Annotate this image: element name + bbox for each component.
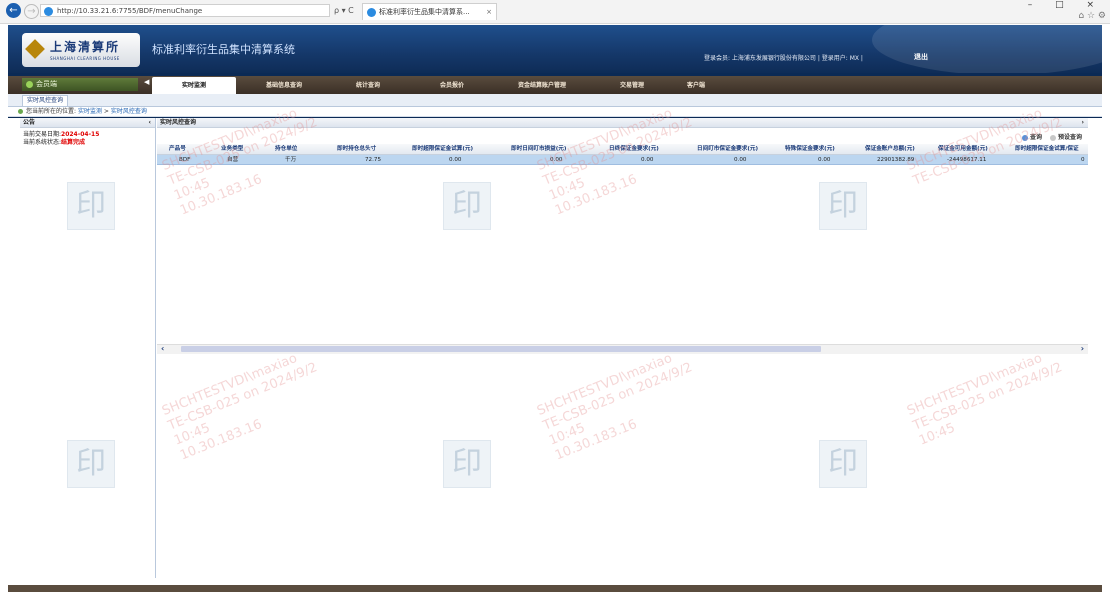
- back-arrow-icon[interactable]: ←: [6, 3, 21, 18]
- close-tab-icon[interactable]: ×: [486, 4, 492, 21]
- query-button-label: 查询: [1030, 134, 1043, 141]
- ie-icon: [44, 7, 53, 16]
- watermark-seal: 印: [67, 182, 115, 230]
- col-position[interactable]: 即时持仓总头寸: [337, 144, 376, 154]
- address-bar[interactable]: http://10.33.21.6:7755/BDF/menuChange: [40, 4, 330, 17]
- cell-mtm-pnl: 0.00: [550, 157, 563, 163]
- menu-item-statistics[interactable]: 统计查询: [328, 79, 408, 93]
- trade-date-label: 当前交易日期:: [23, 131, 62, 138]
- browser-tab-title: 标准利率衍生品集中清算系...: [379, 8, 470, 16]
- member-tab[interactable]: 会员端: [22, 78, 138, 91]
- watermark-seal: 印: [819, 440, 867, 488]
- scroll-left-icon[interactable]: ‹: [161, 344, 164, 353]
- menu-item-basic-info[interactable]: 基础信息查询: [244, 79, 324, 93]
- member-tab-label: 会员端: [36, 80, 57, 88]
- col-account-total[interactable]: 保证金账户总额(元): [865, 144, 915, 154]
- notice-title-text: 公告: [23, 119, 36, 126]
- risk-query-panel: 实时风控查询 › 查询 预设查询 产品号 业务类型 持仓单位 即时持仓总头寸 即…: [157, 118, 1088, 578]
- scroll-right-icon[interactable]: ›: [1081, 344, 1084, 353]
- cell-business-type: 自营: [227, 157, 239, 163]
- cell-unit: 千万: [285, 157, 297, 163]
- risk-table: 产品号 业务类型 持仓单位 即时持仓总头寸 即时超限保证金试算(元) 即时日间盯…: [157, 144, 1088, 344]
- logo-cn: 上海清算所: [50, 40, 121, 54]
- cell-special-margin: 0.00: [818, 157, 831, 163]
- breadcrumb-link-monitor[interactable]: 实时监测: [78, 108, 102, 115]
- panel-toolbar: 查询 预设查询: [1016, 132, 1082, 141]
- cell-intraday-margin: 0.00: [734, 157, 747, 163]
- notice-content: 当前交易日期:2024-04-15 当前系统状态:结算完成: [23, 131, 99, 147]
- breadcrumb-prefix: 您当前所在的位置:: [26, 108, 77, 115]
- home-favorites-settings-icons[interactable]: ⌂ ☆ ⚙: [1078, 11, 1106, 21]
- col-eod-margin[interactable]: 日终保证金要求(元): [609, 144, 659, 154]
- horizontal-scrollbar[interactable]: ‹ ›: [157, 344, 1088, 354]
- col-trial-ratio[interactable]: 即时超限保证金试算/保证: [1015, 144, 1079, 154]
- cell-eod-margin: 0.00: [641, 157, 654, 163]
- table-row[interactable]: BDF 自营 千万 72.75 0.00 0.00 0.00 0.00 0.00…: [157, 155, 1088, 165]
- cell-margin-trial: 0.00: [449, 157, 462, 163]
- search-refresh-icons[interactable]: ρ ▾ C: [334, 6, 354, 15]
- search-icon: [1022, 134, 1029, 141]
- logo-en: SHANGHAI CLEARING HOUSE: [50, 56, 120, 61]
- window-controls[interactable]: – □ ×: [1028, 0, 1104, 10]
- menu-item-member-quote[interactable]: 会员报价: [412, 79, 492, 93]
- breadcrumb: 您当前所在的位置: 实时监测 > 实时风控查询: [8, 107, 1102, 117]
- chevron-right-icon[interactable]: ›: [1082, 118, 1084, 128]
- logout-link[interactable]: 退出: [914, 52, 928, 62]
- footer-bar: [8, 585, 1102, 592]
- preset-query-label: 预设查询: [1057, 134, 1082, 141]
- system-title: 标准利率衍生品集中清算系统: [152, 43, 295, 56]
- col-product[interactable]: 产品号: [169, 144, 186, 154]
- cell-available: -24498617.11: [947, 157, 987, 163]
- browser-toolbar: ← → http://10.33.21.6:7755/BDF/menuChang…: [0, 0, 1110, 24]
- app-frame: 上海清算所 SHANGHAI CLEARING HOUSE 标准利率衍生品集中清…: [8, 25, 1102, 592]
- cell-account-total: 22901382.89: [877, 157, 915, 163]
- col-business-type[interactable]: 业务类型: [221, 144, 243, 154]
- col-intraday-margin[interactable]: 日间盯市保证金要求(元): [697, 144, 758, 154]
- browser-tab[interactable]: 标准利率衍生品集中清算系... ×: [362, 3, 497, 20]
- subtab-realtime-risk[interactable]: 实时风控查询: [22, 95, 69, 107]
- breadcrumb-separator: >: [103, 108, 109, 115]
- cell-position: 72.75: [365, 157, 382, 163]
- col-unit[interactable]: 持仓单位: [275, 144, 297, 154]
- collapse-arrow-icon[interactable]: ◀: [144, 78, 149, 86]
- watermark-seal: 印: [819, 182, 867, 230]
- system-status-label: 当前系统状态:: [23, 139, 62, 146]
- collapse-left-icon[interactable]: ‹: [149, 118, 151, 128]
- menu-item-client[interactable]: 客户端: [676, 79, 716, 93]
- logo: 上海清算所 SHANGHAI CLEARING HOUSE: [22, 33, 140, 67]
- preset-query-button[interactable]: 预设查询: [1049, 134, 1082, 141]
- col-available[interactable]: 保证金可用金额(元): [938, 144, 988, 154]
- url-text: http://10.33.21.6:7755/BDF/menuChange: [57, 7, 203, 15]
- cell-product: BDF: [179, 157, 191, 163]
- menu-item-realtime-monitor[interactable]: 实时监测: [152, 77, 236, 94]
- table-header: 产品号 业务类型 持仓单位 即时持仓总头寸 即时超限保证金试算(元) 即时日间盯…: [157, 144, 1088, 155]
- preset-icon: [1049, 134, 1056, 141]
- logo-mark-icon: [25, 39, 45, 59]
- watermark-seal: 印: [443, 182, 491, 230]
- col-mtm-pnl[interactable]: 即时日间盯市损益(元): [511, 144, 566, 154]
- menu-item-settlement-account[interactable]: 资金结算账户管理: [496, 79, 588, 93]
- location-pin-icon: [18, 109, 23, 114]
- member-icon: [26, 81, 33, 88]
- trade-date-value: 2024-04-15: [61, 131, 100, 138]
- col-special-margin[interactable]: 特殊保证金要求(元): [785, 144, 835, 154]
- panel-title: 实时风控查询 ›: [157, 118, 1088, 128]
- ie-icon: [367, 8, 376, 17]
- system-status-value: 结算完成: [61, 139, 86, 146]
- header-banner: 上海清算所 SHANGHAI CLEARING HOUSE 标准利率衍生品集中清…: [8, 25, 1102, 73]
- cell-trial-ratio: 0: [1081, 157, 1085, 163]
- sub-tab-bar: [8, 94, 1102, 107]
- query-button[interactable]: 查询: [1022, 134, 1042, 141]
- notice-title: 公告 ‹: [20, 118, 155, 128]
- breadcrumb-link-risk[interactable]: 实时风控查询: [111, 108, 147, 115]
- menu-item-trade-management[interactable]: 交易管理: [592, 79, 672, 93]
- content-area: 公告 ‹ 当前交易日期:2024-04-15 当前系统状态:结算完成 实时风控查…: [8, 118, 1102, 592]
- watermark-seal: 印: [67, 440, 115, 488]
- panel-title-text: 实时风控查询: [160, 119, 197, 126]
- watermark-seal: 印: [443, 440, 491, 488]
- login-info: 登录会员: 上海浦东发展银行股份有限公司 | 登录用户: MX |: [704, 55, 863, 62]
- col-margin-trial[interactable]: 即时超限保证金试算(元): [412, 144, 473, 154]
- scroll-thumb[interactable]: [181, 346, 821, 352]
- forward-arrow-icon[interactable]: →: [24, 4, 39, 19]
